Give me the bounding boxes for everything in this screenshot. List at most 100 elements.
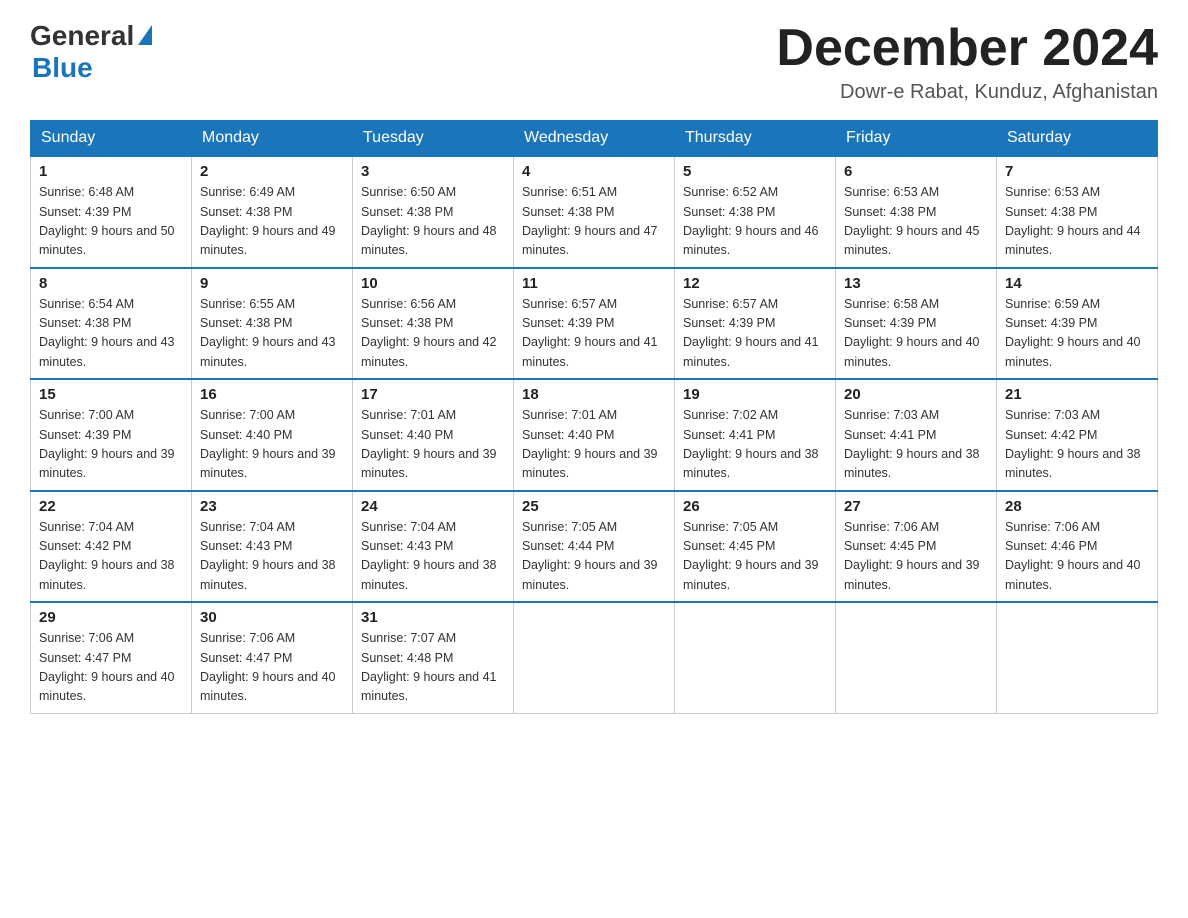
day-number: 22 — [39, 498, 183, 515]
day-number: 8 — [39, 275, 183, 292]
calendar-day-cell: 19Sunrise: 7:02 AMSunset: 4:41 PMDayligh… — [675, 379, 836, 491]
title-block: December 2024 Dowr-e Rabat, Kunduz, Afgh… — [776, 20, 1158, 104]
day-info: Sunrise: 6:52 AMSunset: 4:38 PMDaylight:… — [683, 183, 827, 261]
calendar-day-cell: 26 Sunrise: 7:05 AMSunset: 4:45 PMDayligh… — [675, 491, 836, 603]
location-subtitle: Dowr-e Rabat, Kunduz, Afghanistan — [776, 81, 1158, 104]
day-number: 16 — [200, 386, 344, 403]
day-number: 9 — [200, 275, 344, 292]
day-info: Sunrise: 6:55 AMSunset: 4:38 PMDaylight:… — [200, 295, 344, 373]
day-info: Sunrise: 6:56 AMSunset: 4:38 PMDaylight:… — [361, 295, 505, 373]
day-number: 18 — [522, 386, 666, 403]
day-number: 10 — [361, 275, 505, 292]
calendar-day-cell: 30 Sunrise: 7:06 AMSunset: 4:47 PMDayligh… — [192, 602, 353, 713]
calendar-day-cell: 4 Sunrise: 6:51 AMSunset: 4:38 PMDaylight… — [514, 156, 675, 268]
day-number: 21 — [1005, 386, 1149, 403]
calendar-day-cell: 9 Sunrise: 6:55 AMSunset: 4:38 PMDaylight… — [192, 268, 353, 380]
calendar-day-cell: 10 Sunrise: 6:56 AMSunset: 4:38 PMDayligh… — [353, 268, 514, 380]
day-info: Sunrise: 6:53 AMSunset: 4:38 PMDaylight:… — [1005, 183, 1149, 261]
calendar-week-row: 1 Sunrise: 6:48 AMSunset: 4:39 PMDaylight… — [31, 156, 1158, 268]
day-info: Sunrise: 6:57 AMSunset: 4:39 PMDaylight:… — [683, 295, 827, 373]
day-number: 20 — [844, 386, 988, 403]
calendar-day-cell: 24Sunrise: 7:04 AMSunset: 4:43 PMDayligh… — [353, 491, 514, 603]
day-info: Sunrise: 6:49 AMSunset: 4:38 PMDaylight:… — [200, 183, 344, 261]
calendar-day-cell: 11 Sunrise: 6:57 AMSunset: 4:39 PMDayligh… — [514, 268, 675, 380]
calendar-day-cell: 5 Sunrise: 6:52 AMSunset: 4:38 PMDaylight… — [675, 156, 836, 268]
calendar-day-cell: 29Sunrise: 7:06 AMSunset: 4:47 PMDayligh… — [31, 602, 192, 713]
day-number: 6 — [844, 163, 988, 180]
calendar-day-cell: 31Sunrise: 7:07 AMSunset: 4:48 PMDayligh… — [353, 602, 514, 713]
day-number: 30 — [200, 609, 344, 626]
calendar-day-cell: 23Sunrise: 7:04 AMSunset: 4:43 PMDayligh… — [192, 491, 353, 603]
calendar-day-cell — [675, 602, 836, 713]
day-number: 19 — [683, 386, 827, 403]
day-info: Sunrise: 7:06 AMSunset: 4:46 PMDaylight:… — [1005, 518, 1149, 596]
day-number: 4 — [522, 163, 666, 180]
day-info: Sunrise: 7:04 AMSunset: 4:43 PMDaylight:… — [200, 518, 344, 596]
calendar-day-cell: 25 Sunrise: 7:05 AMSunset: 4:44 PMDayligh… — [514, 491, 675, 603]
day-info: Sunrise: 7:03 AMSunset: 4:41 PMDaylight:… — [844, 406, 988, 484]
day-number: 29 — [39, 609, 183, 626]
day-number: 13 — [844, 275, 988, 292]
calendar-day-cell: 18 Sunrise: 7:01 AMSunset: 4:40 PMDayligh… — [514, 379, 675, 491]
day-number: 5 — [683, 163, 827, 180]
day-of-week-header: Thursday — [675, 121, 836, 157]
day-number: 25 — [522, 498, 666, 515]
day-number: 17 — [361, 386, 505, 403]
day-info: Sunrise: 6:51 AMSunset: 4:38 PMDaylight:… — [522, 183, 666, 261]
day-info: Sunrise: 6:50 AMSunset: 4:38 PMDaylight:… — [361, 183, 505, 261]
calendar-week-row: 29 Sunrise: 7:06 AMSunset: 4:47 PMDayligh… — [31, 602, 1158, 713]
day-info: Sunrise: 6:59 AMSunset: 4:39 PMDaylight:… — [1005, 295, 1149, 373]
calendar-day-cell: 7Sunrise: 6:53 AMSunset: 4:38 PMDaylight… — [997, 156, 1158, 268]
day-number: 26 — [683, 498, 827, 515]
calendar-day-cell — [836, 602, 997, 713]
day-info: Sunrise: 7:05 AMSunset: 4:45 PMDaylight:… — [683, 518, 827, 596]
calendar-day-cell — [997, 602, 1158, 713]
calendar-week-row: 15 Sunrise: 7:00 AMSunset: 4:39 PMDayligh… — [31, 379, 1158, 491]
day-info: Sunrise: 7:00 AMSunset: 4:40 PMDaylight:… — [200, 406, 344, 484]
day-info: Sunrise: 6:48 AMSunset: 4:39 PMDaylight:… — [39, 183, 183, 261]
month-title: December 2024 — [776, 20, 1158, 77]
logo: General Blue — [30, 20, 152, 84]
calendar-day-cell: 6Sunrise: 6:53 AMSunset: 4:38 PMDaylight… — [836, 156, 997, 268]
calendar-day-cell: 12 Sunrise: 6:57 AMSunset: 4:39 PMDayligh… — [675, 268, 836, 380]
calendar-day-cell — [514, 602, 675, 713]
page-header: General Blue December 2024 Dowr-e Rabat,… — [30, 20, 1158, 104]
calendar-day-cell: 27Sunrise: 7:06 AMSunset: 4:45 PMDayligh… — [836, 491, 997, 603]
calendar-day-cell: 13 Sunrise: 6:58 AMSunset: 4:39 PMDayligh… — [836, 268, 997, 380]
calendar-week-row: 8 Sunrise: 6:54 AMSunset: 4:38 PMDaylight… — [31, 268, 1158, 380]
calendar-day-cell: 22 Sunrise: 7:04 AMSunset: 4:42 PMDayligh… — [31, 491, 192, 603]
day-of-week-header: Monday — [192, 121, 353, 157]
calendar-day-cell: 16 Sunrise: 7:00 AMSunset: 4:40 PMDayligh… — [192, 379, 353, 491]
calendar-day-cell: 28 Sunrise: 7:06 AMSunset: 4:46 PMDayligh… — [997, 491, 1158, 603]
day-info: Sunrise: 7:00 AMSunset: 4:39 PMDaylight:… — [39, 406, 183, 484]
day-of-week-header: Tuesday — [353, 121, 514, 157]
logo-triangle-icon — [138, 25, 152, 45]
logo-blue-text: Blue — [32, 52, 93, 84]
day-info: Sunrise: 7:01 AMSunset: 4:40 PMDaylight:… — [522, 406, 666, 484]
day-info: Sunrise: 7:04 AMSunset: 4:43 PMDaylight:… — [361, 518, 505, 596]
day-number: 28 — [1005, 498, 1149, 515]
day-number: 2 — [200, 163, 344, 180]
day-of-week-header: Sunday — [31, 121, 192, 157]
day-info: Sunrise: 7:06 AMSunset: 4:45 PMDaylight:… — [844, 518, 988, 596]
day-number: 12 — [683, 275, 827, 292]
day-info: Sunrise: 7:05 AMSunset: 4:44 PMDaylight:… — [522, 518, 666, 596]
day-number: 11 — [522, 275, 666, 292]
day-info: Sunrise: 7:07 AMSunset: 4:48 PMDaylight:… — [361, 629, 505, 707]
day-info: Sunrise: 6:57 AMSunset: 4:39 PMDaylight:… — [522, 295, 666, 373]
day-info: Sunrise: 6:58 AMSunset: 4:39 PMDaylight:… — [844, 295, 988, 373]
calendar-header-row: SundayMondayTuesdayWednesdayThursdayFrid… — [31, 121, 1158, 157]
calendar-day-cell: 14Sunrise: 6:59 AMSunset: 4:39 PMDayligh… — [997, 268, 1158, 380]
calendar-day-cell: 21Sunrise: 7:03 AMSunset: 4:42 PMDayligh… — [997, 379, 1158, 491]
day-number: 1 — [39, 163, 183, 180]
day-info: Sunrise: 6:54 AMSunset: 4:38 PMDaylight:… — [39, 295, 183, 373]
day-info: Sunrise: 7:01 AMSunset: 4:40 PMDaylight:… — [361, 406, 505, 484]
day-number: 15 — [39, 386, 183, 403]
calendar-day-cell: 1 Sunrise: 6:48 AMSunset: 4:39 PMDaylight… — [31, 156, 192, 268]
calendar-day-cell: 20 Sunrise: 7:03 AMSunset: 4:41 PMDayligh… — [836, 379, 997, 491]
day-info: Sunrise: 7:06 AMSunset: 4:47 PMDaylight:… — [200, 629, 344, 707]
day-info: Sunrise: 7:04 AMSunset: 4:42 PMDaylight:… — [39, 518, 183, 596]
calendar-day-cell: 15 Sunrise: 7:00 AMSunset: 4:39 PMDayligh… — [31, 379, 192, 491]
calendar-table: SundayMondayTuesdayWednesdayThursdayFrid… — [30, 120, 1158, 714]
calendar-day-cell: 8 Sunrise: 6:54 AMSunset: 4:38 PMDaylight… — [31, 268, 192, 380]
